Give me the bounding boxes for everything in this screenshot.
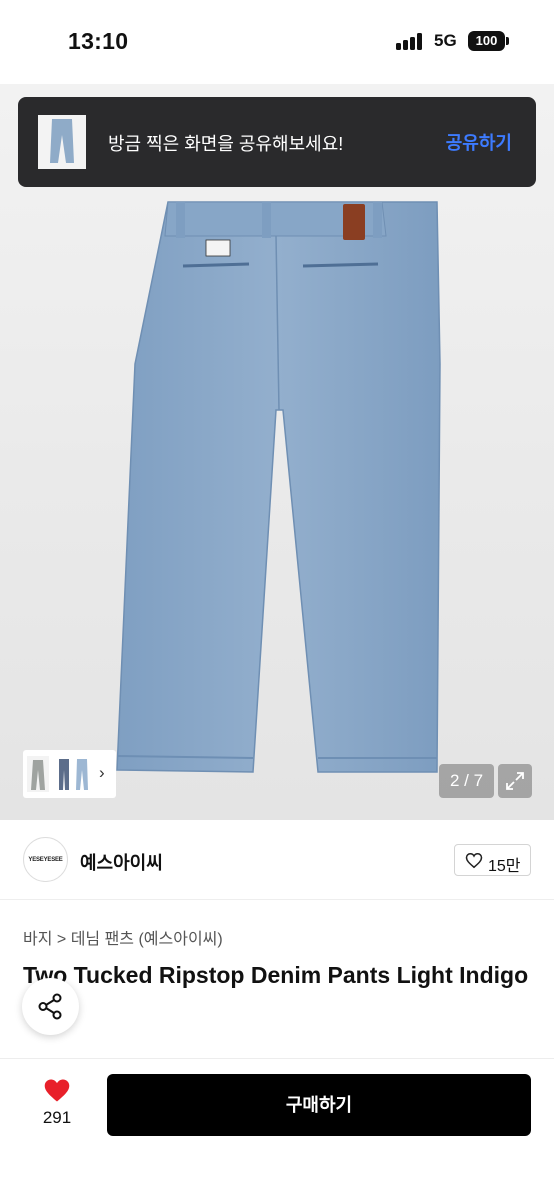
breadcrumb-separator: >: [56, 931, 67, 948]
product-image: [116, 201, 441, 773]
brand-name[interactable]: 예스아이씨: [80, 849, 163, 875]
wish-count: 291: [42, 1108, 72, 1127]
battery-icon: 100: [468, 31, 505, 51]
toast-share-button[interactable]: 공유하기: [446, 129, 512, 155]
brand-row[interactable]: YESEYESEE 예스아이씨 15만: [0, 820, 554, 900]
network-label: 5G: [434, 31, 457, 50]
toast-screenshot-thumb: [38, 115, 86, 169]
image-counter: 2 / 7: [439, 764, 494, 798]
status-time: 13:10: [68, 28, 129, 54]
status-bar: 13:10 5G 100: [0, 0, 554, 84]
share-icon: [38, 993, 62, 1020]
product-title: Two Tucked Ripstop Denim Pants Light Ind…: [23, 962, 529, 988]
breadcrumb-category[interactable]: 바지: [23, 931, 52, 948]
toast-message: 방금 찍은 화면을 공유해보세요!: [108, 134, 344, 154]
brand-logo[interactable]: YESEYESEE: [23, 837, 68, 882]
thumbnail-images: [27, 756, 88, 792]
wish-button[interactable]: 291: [28, 1077, 86, 1137]
battery-tip: [506, 37, 509, 45]
thumbnail-strip[interactable]: ›: [23, 750, 116, 798]
chevron-right-icon: ›: [99, 763, 105, 782]
heart-outline-icon: [465, 852, 483, 869]
breadcrumb-subcategory[interactable]: 데님 팬츠 (예스아이씨): [71, 931, 223, 948]
bottom-action-bar: 291 구매하기: [0, 1058, 554, 1200]
brand-like-button[interactable]: 15만: [454, 844, 531, 876]
signal-icon: [396, 33, 426, 50]
share-button[interactable]: [22, 978, 79, 1035]
share-toast: 방금 찍은 화면을 공유해보세요! 공유하기: [18, 97, 536, 187]
buy-button[interactable]: 구매하기: [107, 1074, 531, 1136]
product-image-gallery[interactable]: 방금 찍은 화면을 공유해보세요! 공유하기 › 2 / 7: [0, 84, 554, 820]
brand-like-count: 15만: [488, 858, 521, 875]
heart-filled-icon: [44, 1079, 70, 1102]
expand-icon[interactable]: [498, 764, 532, 798]
breadcrumb: 바지 > 데님 팬츠 (예스아이씨): [23, 925, 223, 949]
